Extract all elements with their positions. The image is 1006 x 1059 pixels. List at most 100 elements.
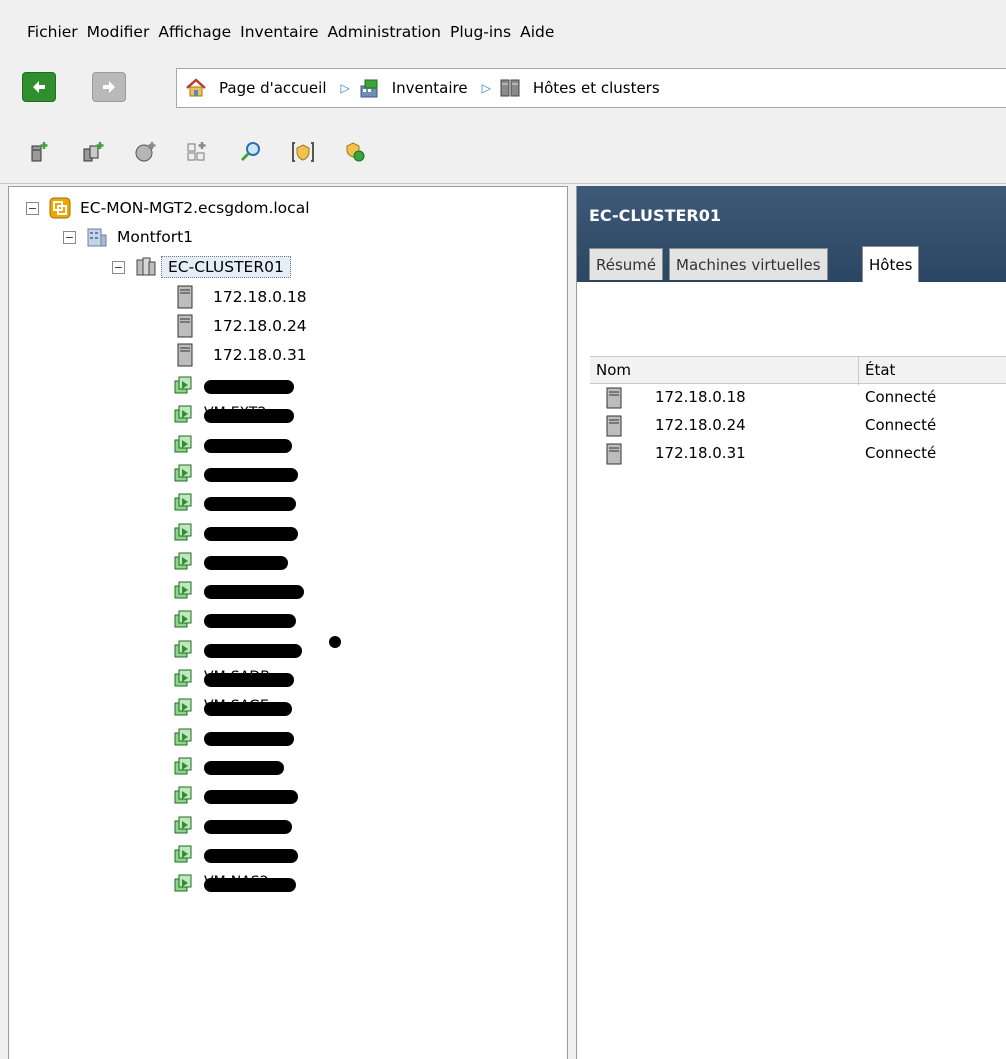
menu-affichage[interactable]: Affichage	[158, 19, 231, 41]
tab-machines-virtuelles-label: Machines virtuelles	[676, 255, 821, 274]
tree-item-host[interactable]: 172.18.0.18	[177, 283, 307, 311]
new-datacenter-button[interactable]	[132, 138, 158, 166]
tree-item-vm[interactable]: VM-EXT2	[173, 401, 294, 429]
virtual-machine-icon	[174, 464, 192, 482]
forward-button[interactable]	[92, 72, 126, 102]
vm-label	[204, 816, 292, 836]
chevron-right-icon: ▷	[340, 81, 350, 95]
detail-title: EC-CLUSTER01	[589, 206, 721, 225]
column-header-nom[interactable]: Nom	[596, 361, 631, 379]
tree-item-vm[interactable]	[173, 753, 284, 781]
virtual-machine-icon	[174, 523, 192, 540]
tree-item-vm[interactable]	[173, 636, 302, 664]
virtual-machine-icon	[174, 405, 192, 423]
menu-plugins[interactable]: Plug-ins	[450, 19, 511, 41]
tree-item-vcenter[interactable]: − EC-MON-MGT2.ecsgdom.local	[26, 194, 310, 222]
tree-item-vm[interactable]	[173, 782, 298, 810]
breadcrumb-hosts-clusters[interactable]: Hôtes et clusters	[499, 77, 660, 99]
tree-item-vm[interactable]	[173, 489, 296, 517]
vm-label	[204, 523, 298, 543]
column-header-etat[interactable]: État	[865, 361, 895, 379]
menu-aide[interactable]: Aide	[520, 19, 554, 41]
migrate-button[interactable]	[342, 138, 368, 166]
virtual-machine-icon	[174, 669, 192, 687]
host-icon	[177, 314, 193, 338]
collapse-icon[interactable]: −	[63, 230, 76, 244]
virtual-machine-icon	[174, 698, 192, 716]
permissions-icon	[292, 142, 314, 162]
tree-item-vm[interactable]	[173, 841, 298, 869]
new-datacenter-icon	[135, 142, 156, 162]
tree-item-vm[interactable]: VM-SADB	[173, 665, 294, 693]
vm-label	[204, 757, 284, 777]
add-host-button[interactable]	[26, 138, 52, 166]
vm-label	[204, 786, 298, 806]
cluster-label: EC-CLUSTER01	[161, 256, 291, 278]
table-row[interactable]: 172.18.0.18 Connecté	[590, 384, 1006, 412]
chevron-right-icon: ▷	[481, 81, 491, 95]
tree-item-vm[interactable]	[173, 577, 304, 605]
tab-hotes[interactable]: Hôtes	[862, 246, 920, 282]
vm-label: VM-EXT2	[204, 405, 267, 422]
virtual-machine-icon	[174, 581, 192, 599]
tree-item-vm[interactable]: VM-SAGE	[173, 694, 292, 722]
vm-label	[204, 610, 296, 630]
add-folder-button[interactable]	[184, 138, 210, 166]
cell-name: 172.18.0.18	[655, 388, 746, 406]
tree-item-vm[interactable]	[173, 460, 298, 488]
menu-administration[interactable]: Administration	[328, 19, 441, 41]
host-icon	[606, 387, 622, 409]
tree-item-vm[interactable]	[173, 372, 294, 400]
search-icon	[240, 142, 260, 162]
tree-item-host[interactable]: 172.18.0.24	[177, 312, 307, 340]
menu-fichier[interactable]: Fichier	[27, 19, 78, 41]
vm-label	[204, 640, 302, 660]
virtual-machine-icon	[174, 786, 192, 804]
tree-item-host[interactable]: 172.18.0.31	[177, 341, 307, 369]
tree-item-vm[interactable]: VM-NAS2	[173, 870, 296, 898]
table-row[interactable]: 172.18.0.31 Connecté	[590, 440, 1006, 468]
tree-item-vm[interactable]	[173, 812, 292, 840]
hosts-table: Nom État 172.18.0.18 Connecté 172.18.0.2…	[590, 356, 1006, 468]
collapse-icon[interactable]: −	[26, 201, 39, 215]
collapse-icon[interactable]: −	[112, 260, 125, 274]
cell-state: Connecté	[865, 388, 937, 406]
host-label: 172.18.0.24	[213, 317, 307, 335]
vm-label	[204, 464, 298, 484]
vm-label: VM-NAS2	[204, 874, 269, 891]
tree-item-cluster[interactable]: − EC-CLUSTER01	[112, 253, 291, 281]
column-divider[interactable]	[858, 357, 859, 385]
tree-item-vm[interactable]	[173, 519, 298, 547]
tab-machines-virtuelles[interactable]: Machines virtuelles	[669, 248, 828, 280]
cell-state: Connecté	[865, 444, 937, 462]
menu-inventaire[interactable]: Inventaire	[240, 19, 318, 41]
vm-label: VM-SAGE	[204, 698, 269, 715]
add-cluster-button[interactable]	[80, 138, 106, 166]
tab-resume[interactable]: Résumé	[589, 248, 664, 280]
add-host-icon	[31, 142, 48, 162]
tree-item-datacenter[interactable]: − Montfort1	[63, 223, 193, 251]
tree-item-vm[interactable]	[173, 431, 292, 459]
virtual-machine-icon	[174, 493, 192, 511]
table-row[interactable]: 172.18.0.24 Connecté	[590, 412, 1006, 440]
virtual-machine-icon	[174, 874, 192, 892]
host-label: 172.18.0.18	[213, 288, 307, 306]
breadcrumb-home-label: Page d'accueil	[219, 79, 327, 97]
virtual-machine-icon	[174, 435, 192, 453]
hosts-clusters-icon	[500, 79, 520, 97]
back-button[interactable]	[22, 72, 56, 102]
menu-modifier[interactable]: Modifier	[87, 19, 150, 41]
breadcrumb-home[interactable]: Page d'accueil	[185, 77, 326, 99]
virtual-machine-icon	[174, 376, 192, 394]
vcenter-label: EC-MON-MGT2.ecsgdom.local	[80, 199, 310, 217]
breadcrumb-hosts-clusters-label: Hôtes et clusters	[532, 79, 660, 97]
inventory-icon	[360, 79, 378, 98]
search-button[interactable]	[238, 138, 264, 166]
tree-item-vm[interactable]	[173, 724, 294, 752]
breadcrumb-inventory[interactable]: Inventaire	[358, 77, 468, 99]
cluster-icon	[136, 257, 156, 276]
tree-item-vm[interactable]	[173, 606, 296, 634]
tree-item-vm[interactable]	[173, 548, 288, 576]
permissions-button[interactable]	[290, 138, 316, 166]
arrow-right-icon	[103, 81, 115, 93]
